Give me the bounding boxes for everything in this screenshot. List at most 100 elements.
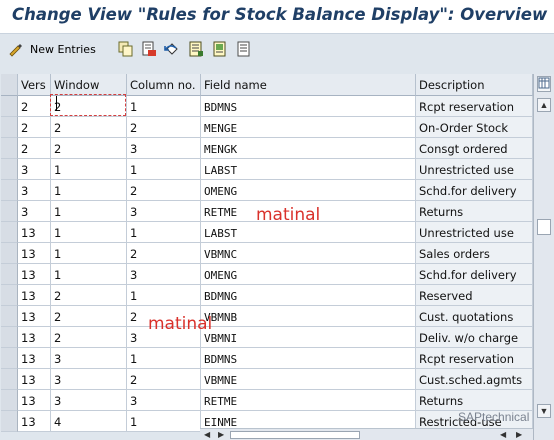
cell-window[interactable]: 1 <box>51 243 127 264</box>
cell-window[interactable]: 1 <box>51 180 127 201</box>
row-selector[interactable] <box>1 96 18 117</box>
cell-window[interactable]: 2 <box>51 117 127 138</box>
cell-field[interactable]: LABST <box>201 159 416 180</box>
cell-window[interactable]: 3 <box>51 390 127 411</box>
cell-vers[interactable]: 13 <box>18 243 51 264</box>
cell-window[interactable]: 3 <box>51 348 127 369</box>
row-selector[interactable] <box>1 180 18 201</box>
selection-column-header[interactable] <box>1 74 18 96</box>
header-column-no[interactable]: Column no. <box>127 74 201 96</box>
deselect-all-button[interactable] <box>236 40 252 58</box>
cell-vers[interactable]: 13 <box>18 264 51 285</box>
cell-window[interactable]: 2 <box>51 285 127 306</box>
cell-column[interactable]: 3 <box>127 264 201 285</box>
scroll-left-end-icon[interactable]: ◀ <box>500 430 506 439</box>
cell-column[interactable]: 2 <box>127 180 201 201</box>
cell-vers[interactable]: 13 <box>18 285 51 306</box>
cell-column[interactable]: 1 <box>127 222 201 243</box>
cell-field[interactable]: MENGE <box>201 117 416 138</box>
cell-vers[interactable]: 13 <box>18 306 51 327</box>
cell-window[interactable]: 2 <box>51 138 127 159</box>
cell-column[interactable]: 1 <box>127 159 201 180</box>
cell-field[interactable]: VBMNI <box>201 327 416 348</box>
cell-vers[interactable]: 3 <box>18 180 51 201</box>
row-selector[interactable] <box>1 243 18 264</box>
cell-column[interactable]: 1 <box>127 411 201 432</box>
cell-column[interactable]: 3 <box>127 201 201 222</box>
cell-column[interactable]: 2 <box>127 243 201 264</box>
header-window[interactable]: Window <box>51 74 127 96</box>
cell-field[interactable]: RETME <box>201 390 416 411</box>
cell-window[interactable]: 2 <box>51 327 127 348</box>
cell-vers[interactable]: 13 <box>18 327 51 348</box>
cell-vers[interactable]: 13 <box>18 369 51 390</box>
header-vers[interactable]: Vers <box>18 74 51 96</box>
cell-column[interactable]: 1 <box>127 96 201 117</box>
row-selector[interactable] <box>1 201 18 222</box>
cell-vers[interactable]: 13 <box>18 348 51 369</box>
row-selector[interactable] <box>1 264 18 285</box>
row-selector[interactable] <box>1 117 18 138</box>
row-selector[interactable] <box>1 327 18 348</box>
scroll-right-end-icon[interactable]: ▶ <box>516 430 522 439</box>
cell-vers[interactable]: 2 <box>18 138 51 159</box>
cell-column[interactable]: 1 <box>127 348 201 369</box>
row-selector[interactable] <box>1 306 18 327</box>
header-field-name[interactable]: Field name <box>201 74 416 96</box>
cell-field[interactable]: MENGK <box>201 138 416 159</box>
cell-column[interactable]: 2 <box>127 117 201 138</box>
cell-window[interactable]: 2 <box>51 306 127 327</box>
cell-vers[interactable]: 3 <box>18 201 51 222</box>
cell-description: Consgt ordered <box>416 138 533 159</box>
cell-field[interactable]: VBMNB <box>201 306 416 327</box>
row-selector[interactable] <box>1 285 18 306</box>
cell-vers[interactable]: 3 <box>18 159 51 180</box>
cell-vers[interactable]: 13 <box>18 222 51 243</box>
undo-button[interactable] <box>164 40 180 58</box>
cell-field[interactable]: BDMNS <box>201 348 416 369</box>
cell-field[interactable]: BDMNS <box>201 96 416 117</box>
row-selector[interactable] <box>1 411 18 432</box>
scroll-right-icon[interactable]: ▶ <box>218 430 224 439</box>
cell-window[interactable]: 1 <box>51 159 127 180</box>
cell-field[interactable]: BDMNG <box>201 285 416 306</box>
scroll-up-icon[interactable]: ▲ <box>537 98 551 112</box>
cell-vers[interactable]: 2 <box>18 117 51 138</box>
cell-field[interactable]: LABST <box>201 222 416 243</box>
cell-column[interactable]: 2 <box>127 369 201 390</box>
cell-field[interactable]: OMENG <box>201 180 416 201</box>
vertical-scrollbar[interactable]: ▲ ▼ <box>533 74 554 440</box>
cell-window[interactable]: 1 <box>51 264 127 285</box>
copy-button[interactable] <box>118 40 134 58</box>
row-selector[interactable] <box>1 348 18 369</box>
vertical-scroll-thumb[interactable] <box>537 219 551 235</box>
row-selector[interactable] <box>1 159 18 180</box>
horizontal-scroll-thumb[interactable] <box>230 431 360 439</box>
row-selector[interactable] <box>1 138 18 159</box>
select-block-button[interactable] <box>212 40 228 58</box>
row-selector[interactable] <box>1 369 18 390</box>
cell-column[interactable]: 3 <box>127 390 201 411</box>
new-entries-button[interactable]: New Entries <box>8 40 96 58</box>
table-settings-icon[interactable] <box>537 76 551 92</box>
cell-window[interactable]: 3 <box>51 369 127 390</box>
row-selector[interactable] <box>1 390 18 411</box>
cell-field[interactable]: VBMNC <box>201 243 416 264</box>
cell-column[interactable]: 3 <box>127 138 201 159</box>
cell-column[interactable]: 1 <box>127 285 201 306</box>
horizontal-scrollbar[interactable]: ◀ ▶ ◀ ▶ <box>200 428 533 440</box>
row-selector[interactable] <box>1 222 18 243</box>
cell-vers[interactable]: 2 <box>18 96 51 117</box>
scroll-down-icon[interactable]: ▼ <box>537 404 551 418</box>
delete-button[interactable] <box>141 40 157 58</box>
cell-window[interactable]: 1 <box>51 222 127 243</box>
cell-window[interactable]: 1 <box>51 201 127 222</box>
cell-vers[interactable]: 13 <box>18 390 51 411</box>
select-all-button[interactable] <box>188 40 204 58</box>
cell-vers[interactable]: 13 <box>18 411 51 432</box>
scroll-left-icon[interactable]: ◀ <box>204 430 210 439</box>
cell-field[interactable]: OMENG <box>201 264 416 285</box>
header-description[interactable]: Description <box>416 74 533 96</box>
cell-window[interactable]: 4 <box>51 411 127 432</box>
cell-field[interactable]: VBMNE <box>201 369 416 390</box>
